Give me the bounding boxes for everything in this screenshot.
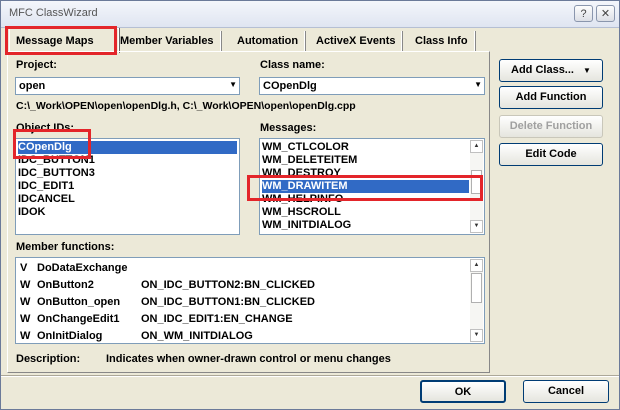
member-functions-label: Member functions: (16, 241, 115, 253)
scroll-thumb[interactable] (471, 273, 482, 303)
functions-scrollbar[interactable]: ▲ ▼ (470, 259, 483, 342)
list-item[interactable]: IDCANCEL (18, 193, 75, 206)
list-item[interactable]: WM_DESTROY (262, 167, 341, 180)
tab-member-variables[interactable]: Member Variables (114, 31, 221, 51)
description-label: Description: (16, 353, 81, 365)
add-function-button[interactable]: Add Function (499, 86, 603, 109)
table-row[interactable]: W OnButton2 ON_IDC_BUTTON2:BN_CLICKED (20, 277, 315, 294)
scroll-up-icon[interactable]: ▲ (470, 259, 483, 272)
add-class-label: Add Class... (511, 64, 574, 76)
title-bar: MFC ClassWizard ? ✕ (1, 1, 619, 28)
list-item[interactable]: WM_CTLCOLOR (262, 141, 349, 154)
table-row[interactable]: W OnButton_open ON_IDC_BUTTON1:BN_CLICKE… (20, 294, 315, 311)
messages-label: Messages: (260, 122, 317, 134)
function-name: OnInitDialog (37, 330, 103, 342)
class-name-value: COpenDlg (263, 80, 317, 92)
chevron-down-icon[interactable]: ▼ (229, 80, 237, 89)
object-ids-list[interactable]: COpenDlg IDC_BUTTON1 IDC_BUTTON3 IDC_EDI… (15, 138, 240, 235)
list-item[interactable]: WM_INITDIALOG (262, 219, 351, 232)
chevron-down-icon[interactable]: ▼ (474, 80, 482, 89)
list-item[interactable]: IDOK (18, 206, 46, 219)
list-item[interactable]: IDC_EDIT1 (18, 180, 74, 193)
list-item[interactable]: COpenDlg (18, 141, 237, 154)
function-handler: ON_IDC_BUTTON2:BN_CLICKED (141, 279, 315, 291)
list-item[interactable]: WM_HELPINFO (262, 193, 343, 206)
chevron-down-icon: ▼ (583, 66, 591, 75)
scroll-thumb[interactable] (471, 170, 482, 194)
class-name-label: Class name: (260, 59, 325, 71)
table-row[interactable]: W OnInitDialog ON_WM_INITDIALOG (20, 328, 253, 343)
scroll-down-icon[interactable]: ▼ (470, 329, 483, 342)
function-name: OnButton_open (37, 296, 121, 308)
list-item[interactable]: IDC_BUTTON3 (18, 167, 95, 180)
messages-list[interactable]: WM_CTLCOLOR WM_DELETEITEM WM_DESTROY WM_… (259, 138, 485, 235)
function-name: OnButton2 (37, 279, 94, 291)
classwizard-window: MFC ClassWizard ? ✕ Message Maps Member … (0, 0, 620, 410)
files-path: C:\_Work\OPEN\open\openDlg.h, C:\_Work\O… (16, 100, 356, 112)
table-row[interactable]: V DoDataExchange (20, 260, 127, 277)
help-button[interactable]: ? (574, 5, 593, 22)
project-value: open (19, 80, 46, 92)
project-label: Project: (16, 59, 57, 71)
message-handler-icon: W (20, 296, 31, 308)
cancel-button[interactable]: Cancel (523, 380, 609, 403)
tab-message-maps[interactable]: Message Maps (9, 28, 119, 53)
object-ids-label: Object IDs: (16, 122, 75, 134)
list-item[interactable]: WM_DELETEITEM (262, 154, 357, 167)
table-row[interactable]: W OnChangeEdit1 ON_IDC_EDIT1:EN_CHANGE (20, 311, 293, 328)
footer-separator (1, 375, 619, 377)
delete-function-button[interactable]: Delete Function (499, 115, 603, 138)
description-text: Indicates when owner-drawn control or me… (106, 353, 391, 365)
project-combo[interactable]: open ▼ (15, 77, 240, 95)
tab-automation[interactable]: Automation (231, 31, 306, 51)
virtual-function-icon: V (20, 262, 28, 274)
window-title: MFC ClassWizard (9, 7, 98, 19)
function-handler: ON_IDC_EDIT1:EN_CHANGE (141, 313, 293, 325)
list-item[interactable]: WM_HSCROLL (262, 206, 341, 219)
function-handler: ON_WM_INITDIALOG (141, 330, 253, 342)
list-item[interactable]: IDC_BUTTON1 (18, 154, 95, 167)
class-name-combo[interactable]: COpenDlg ▼ (259, 77, 485, 95)
scroll-down-icon[interactable]: ▼ (470, 220, 483, 233)
edit-code-button[interactable]: Edit Code (499, 143, 603, 166)
tab-activex-events[interactable]: ActiveX Events (310, 31, 403, 51)
function-handler: ON_IDC_BUTTON1:BN_CLICKED (141, 296, 315, 308)
messages-scrollbar[interactable]: ▲ ▼ (470, 140, 483, 233)
ok-button[interactable]: OK (420, 380, 506, 403)
message-handler-icon: W (20, 330, 31, 342)
message-handler-icon: W (20, 313, 31, 325)
add-class-button[interactable]: Add Class... ▼ (499, 59, 603, 82)
close-button[interactable]: ✕ (596, 5, 615, 22)
member-functions-list[interactable]: V DoDataExchange W OnButton2 ON_IDC_BUTT… (15, 257, 485, 344)
tab-class-info[interactable]: Class Info (409, 31, 475, 51)
message-handler-icon: W (20, 279, 31, 291)
scroll-up-icon[interactable]: ▲ (470, 140, 483, 153)
list-item[interactable]: WM_DRAWITEM (262, 180, 469, 193)
function-name: DoDataExchange (37, 262, 128, 274)
function-name: OnChangeEdit1 (37, 313, 120, 325)
